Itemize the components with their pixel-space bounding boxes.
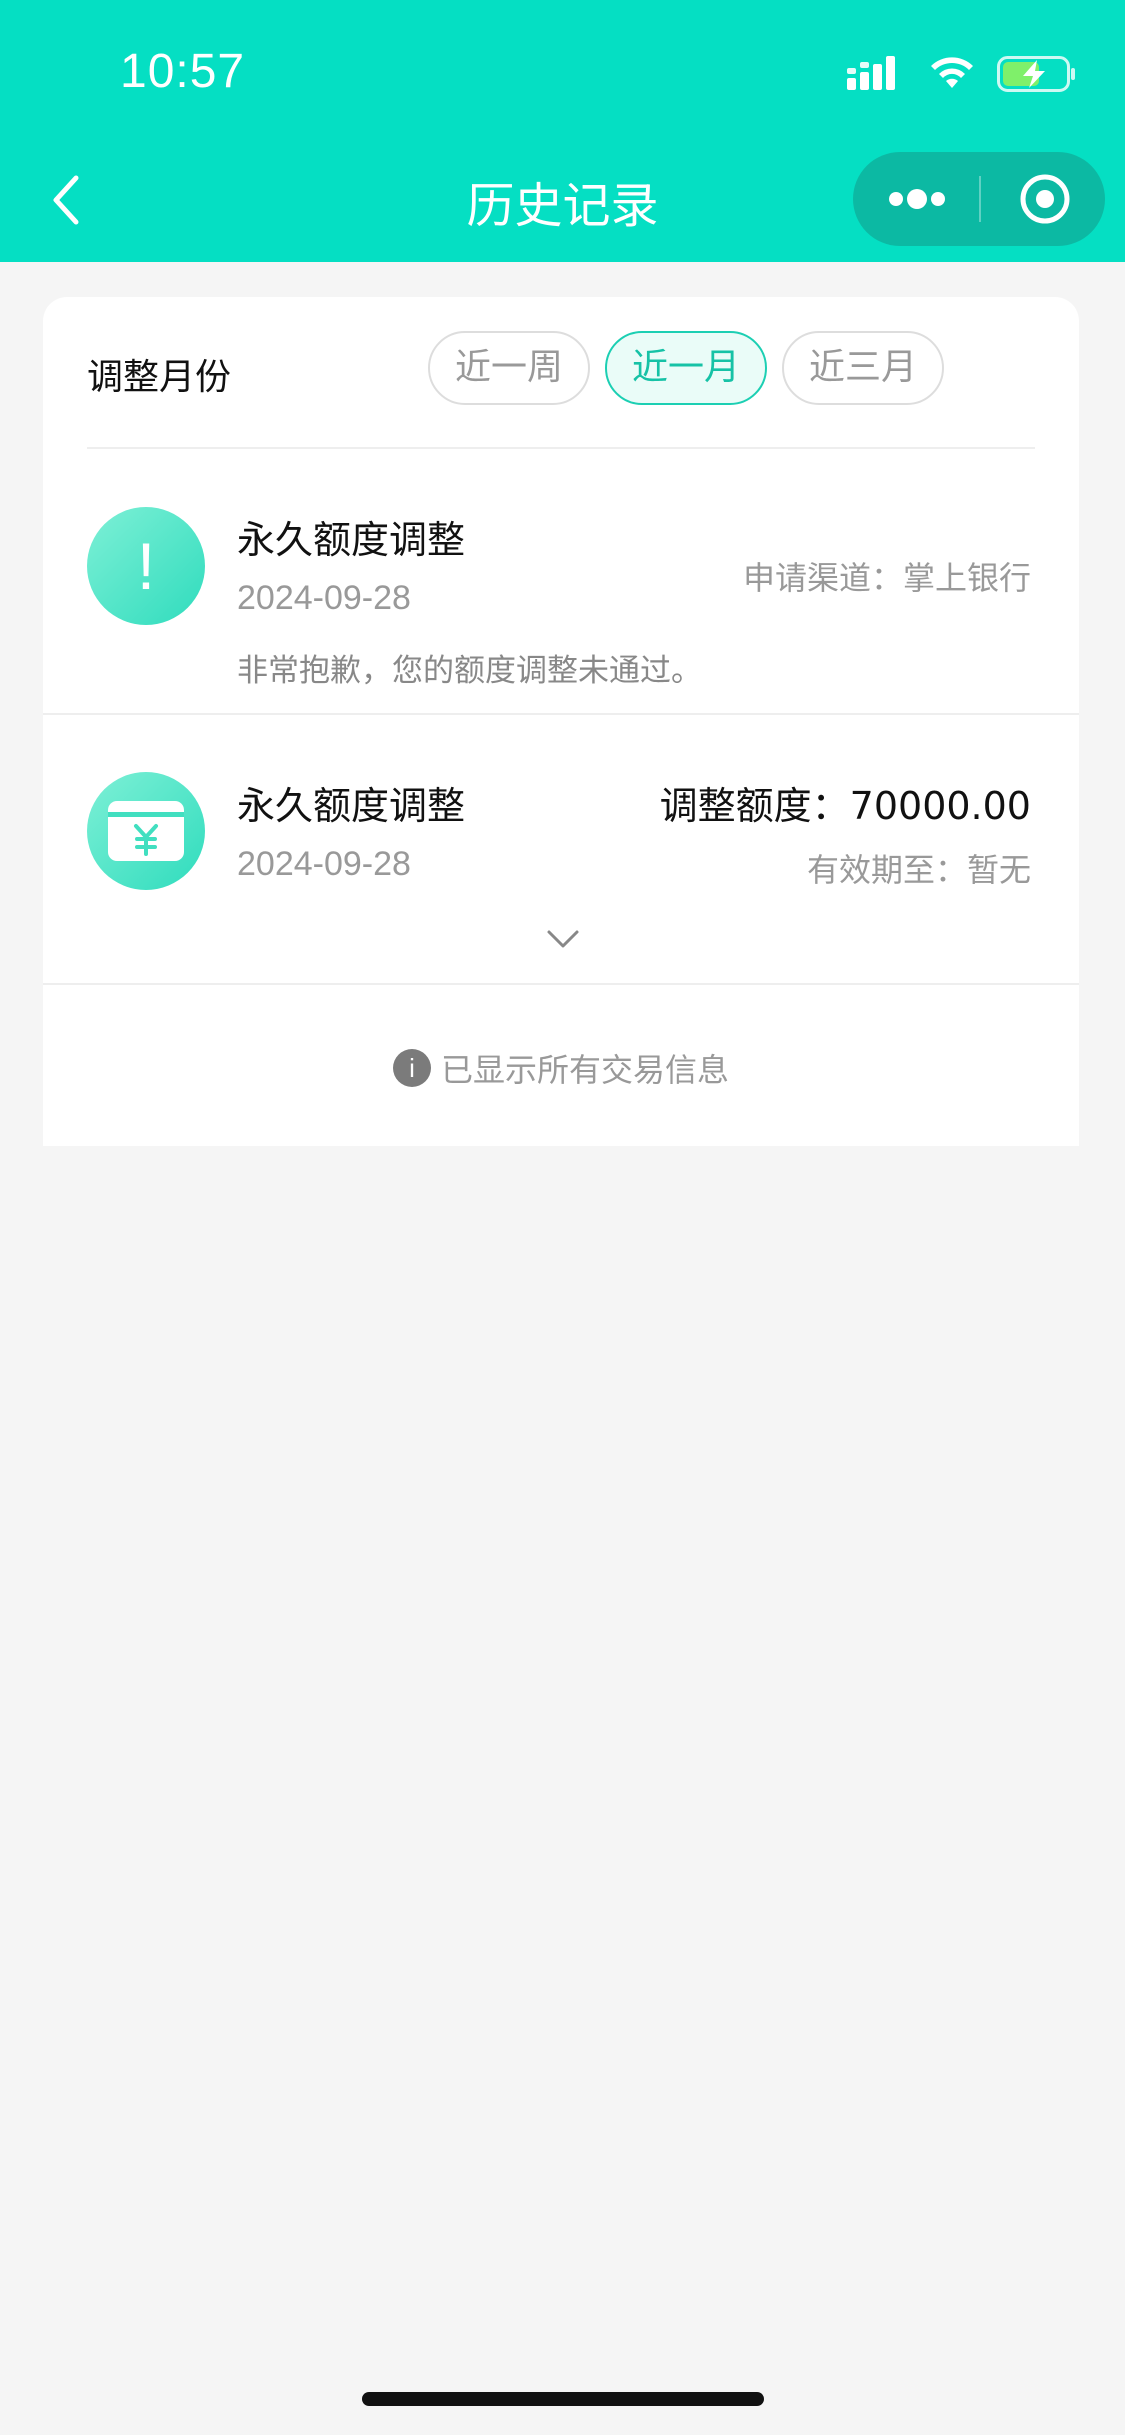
record-title: 永久额度调整 <box>237 784 466 828</box>
record-divider <box>43 713 1079 715</box>
record-note: 非常抱歉，您的额度调整未通过。 <box>237 653 702 689</box>
filter-divider <box>87 447 1035 449</box>
app-header: 10:57 历史记录 <box>0 0 1125 262</box>
filter-chip-month[interactable]: 近一月 <box>605 331 767 405</box>
cellular-signal-icon <box>847 56 895 90</box>
miniprogram-capsule <box>853 152 1105 246</box>
battery-charging-icon <box>997 56 1075 92</box>
status-icons <box>847 52 1075 96</box>
record-date: 2024-09-28 <box>237 845 411 883</box>
filter-chip-three-months[interactable]: 近三月 <box>782 331 944 405</box>
wifi-icon <box>931 57 973 88</box>
expand-chevron-icon[interactable] <box>545 927 581 951</box>
record-title: 永久额度调整 <box>237 518 466 562</box>
yuan-card-icon <box>87 772 205 890</box>
footer-divider <box>43 983 1079 985</box>
record-amount: 调整额度：70000.00 <box>659 784 1031 828</box>
end-of-list-text: 已显示所有交易信息 <box>440 1051 729 1089</box>
record-date: 2024-09-28 <box>237 579 411 617</box>
warning-icon: ! <box>87 507 205 625</box>
more-options-button[interactable] <box>853 152 979 246</box>
history-card: 调整月份 近一周 近一月 近三月 ! 永久额度调整 2024-09-28 申请渠… <box>43 297 1079 1146</box>
status-time: 10:57 <box>120 45 246 98</box>
record-validity: 有效期至：暂无 <box>806 851 1031 889</box>
record-channel: 申请渠道：掌上银行 <box>742 559 1031 597</box>
end-of-list-notice: i 已显示所有交易信息 <box>43 1045 1079 1091</box>
filter-chip-week[interactable]: 近一周 <box>428 331 590 405</box>
close-miniprogram-button[interactable] <box>981 152 1105 246</box>
info-icon: i <box>392 1049 431 1087</box>
filter-label: 调整月份 <box>87 357 232 398</box>
home-indicator <box>362 2392 764 2406</box>
